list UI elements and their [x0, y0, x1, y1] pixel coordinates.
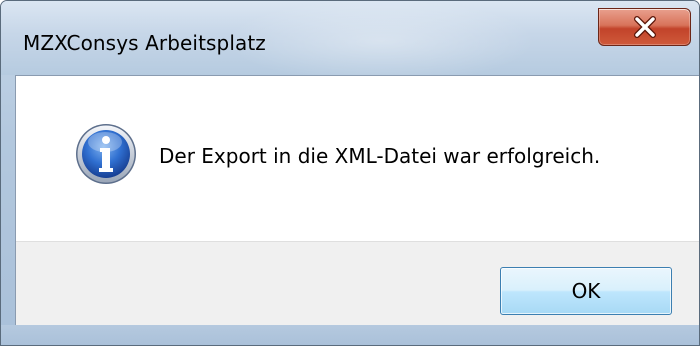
- close-icon: [634, 16, 656, 38]
- dialog-client-area: Der Export in die XML-Datei war erfolgre…: [15, 75, 699, 327]
- ok-button[interactable]: OK: [500, 267, 672, 315]
- window-bottom-frame: [1, 325, 699, 345]
- dialog-message: Der Export in die XML-Datei war erfolgre…: [159, 144, 601, 168]
- message-area: Der Export in die XML-Datei war erfolgre…: [16, 76, 699, 241]
- message-box-window: MZXConsys Arbeitsplatz Der Export in die…: [0, 0, 700, 346]
- close-button[interactable]: [598, 8, 691, 46]
- button-bar: OK: [16, 241, 699, 327]
- window-title: MZXConsys Arbeitsplatz: [23, 31, 266, 55]
- title-bar[interactable]: MZXConsys Arbeitsplatz: [1, 1, 699, 75]
- info-icon: [76, 124, 136, 184]
